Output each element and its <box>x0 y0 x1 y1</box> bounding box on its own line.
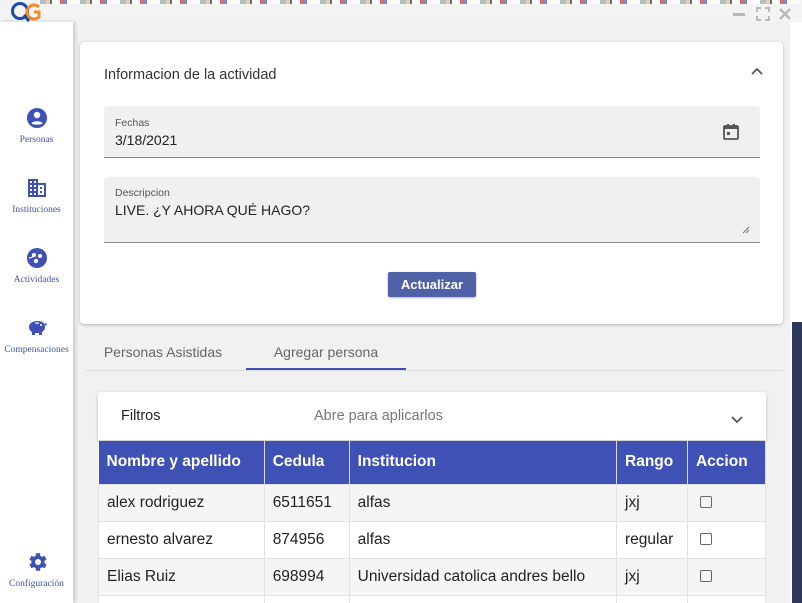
sidebar-item-configuracion[interactable]: Configuración <box>0 550 73 589</box>
window-edge <box>790 22 802 603</box>
column-header[interactable]: Accion <box>687 441 767 484</box>
cell-cedula: 874956 <box>263 520 350 559</box>
select-checkbox[interactable] <box>699 533 712 546</box>
table-row: alex rodriguez 6511651 alfas jxj <box>98 483 767 522</box>
select-checkbox[interactable] <box>699 570 712 583</box>
cell-name: alex rodriguez <box>98 483 265 522</box>
column-header[interactable]: Cedula <box>264 441 350 484</box>
cell-rango: jxj <box>616 557 688 596</box>
activities-icon <box>26 248 47 268</box>
background-strip <box>0 0 802 22</box>
tab-personas-asistidas[interactable]: Personas Asistidas <box>86 332 240 372</box>
close-button[interactable] <box>776 5 794 23</box>
date-label: Fechas <box>115 117 150 129</box>
table-row: Elias Ruiz 698994 Universidad catolica a… <box>98 557 767 596</box>
tab-agregar-persona[interactable]: Agregar persona <box>246 332 406 372</box>
app-logo <box>11 2 41 22</box>
cell-name: ernesto alvarez <box>98 520 265 559</box>
sidebar-item-label: Instituciones <box>12 205 61 215</box>
cell-name: Elias Ruiz <box>98 557 265 596</box>
update-button[interactable]: Actualizar <box>388 272 476 297</box>
chevron-up-icon[interactable] <box>748 63 766 81</box>
description-field[interactable]: Descripcion LIVE. ¿Y AHORA QUÉ HAGO? <box>104 177 760 243</box>
date-field[interactable]: Fechas 3/18/2021 <box>104 106 760 158</box>
sidebar-item-personas[interactable]: Personas <box>0 106 73 145</box>
cell-cedula: 6511651 <box>263 483 350 522</box>
table-row <box>98 594 767 603</box>
person-circle-icon <box>26 108 47 128</box>
minimize-icon <box>733 13 745 16</box>
filter-hint: Abre para aplicarlos <box>314 408 443 424</box>
table-row: ernesto alvarez 874956 alfas regular <box>98 520 767 559</box>
sidebar: Personas Instituciones Actividades Compe… <box>0 22 73 603</box>
cell-institucion: alfas <box>348 520 618 559</box>
piggy-bank-icon <box>28 321 47 335</box>
sidebar-item-compensaciones[interactable]: Compensaciones <box>0 316 73 355</box>
cell-institucion <box>348 594 618 603</box>
cell-accion <box>686 594 767 603</box>
tabs-divider <box>86 370 783 371</box>
cell-institucion: alfas <box>348 483 618 522</box>
maximize-button[interactable] <box>754 5 772 23</box>
filter-panel[interactable]: Filtros Abre para aplicarlos <box>98 392 766 440</box>
description-label: Descripcion <box>115 187 170 199</box>
card-title: Informacion de la actividad <box>104 67 277 83</box>
sidebar-item-label: Configuración <box>9 579 64 589</box>
cell-accion <box>686 483 767 522</box>
building-icon <box>27 179 46 197</box>
sidebar-item-instituciones[interactable]: Instituciones <box>0 176 73 215</box>
cell-accion <box>686 520 767 559</box>
chevron-down-icon[interactable] <box>729 411 745 427</box>
sidebar-item-label: Compensaciones <box>4 345 69 355</box>
date-value[interactable]: 3/18/2021 <box>115 132 177 148</box>
table-header-row: Nombre y apellido Cedula Institucion Ran… <box>98 441 767 484</box>
sidebar-item-label: Actividades <box>13 275 60 285</box>
sidebar-item-actividades[interactable]: Actividades <box>0 246 73 285</box>
cell-accion <box>686 557 767 596</box>
gear-icon <box>28 553 47 571</box>
filter-title: Filtros <box>121 408 161 424</box>
cell-name <box>98 594 265 603</box>
minimize-button[interactable] <box>730 5 748 23</box>
cell-rango: regular <box>616 520 688 559</box>
column-header[interactable]: Rango <box>616 441 688 484</box>
sidebar-item-label: Personas <box>19 135 54 145</box>
close-icon <box>779 8 791 20</box>
cell-cedula <box>263 594 350 603</box>
cell-cedula: 698994 <box>263 557 350 596</box>
persons-table: Nombre y apellido Cedula Institucion Ran… <box>98 441 767 603</box>
active-tab-indicator <box>246 368 406 370</box>
column-header[interactable]: Nombre y apellido <box>98 441 265 484</box>
fullscreen-icon <box>756 7 770 21</box>
cell-rango: jxj <box>616 483 688 522</box>
description-value[interactable]: LIVE. ¿Y AHORA QUÉ HAGO? <box>115 202 310 218</box>
column-header[interactable]: Institucion <box>349 441 618 484</box>
calendar-icon[interactable] <box>722 123 740 141</box>
resize-grip-icon[interactable] <box>742 226 750 234</box>
select-checkbox[interactable] <box>699 496 712 509</box>
cell-rango <box>616 594 688 603</box>
activity-info-card: Informacion de la actividad Fechas 3/18/… <box>80 42 783 324</box>
cell-institucion: Universidad catolica andres bello <box>348 557 618 596</box>
